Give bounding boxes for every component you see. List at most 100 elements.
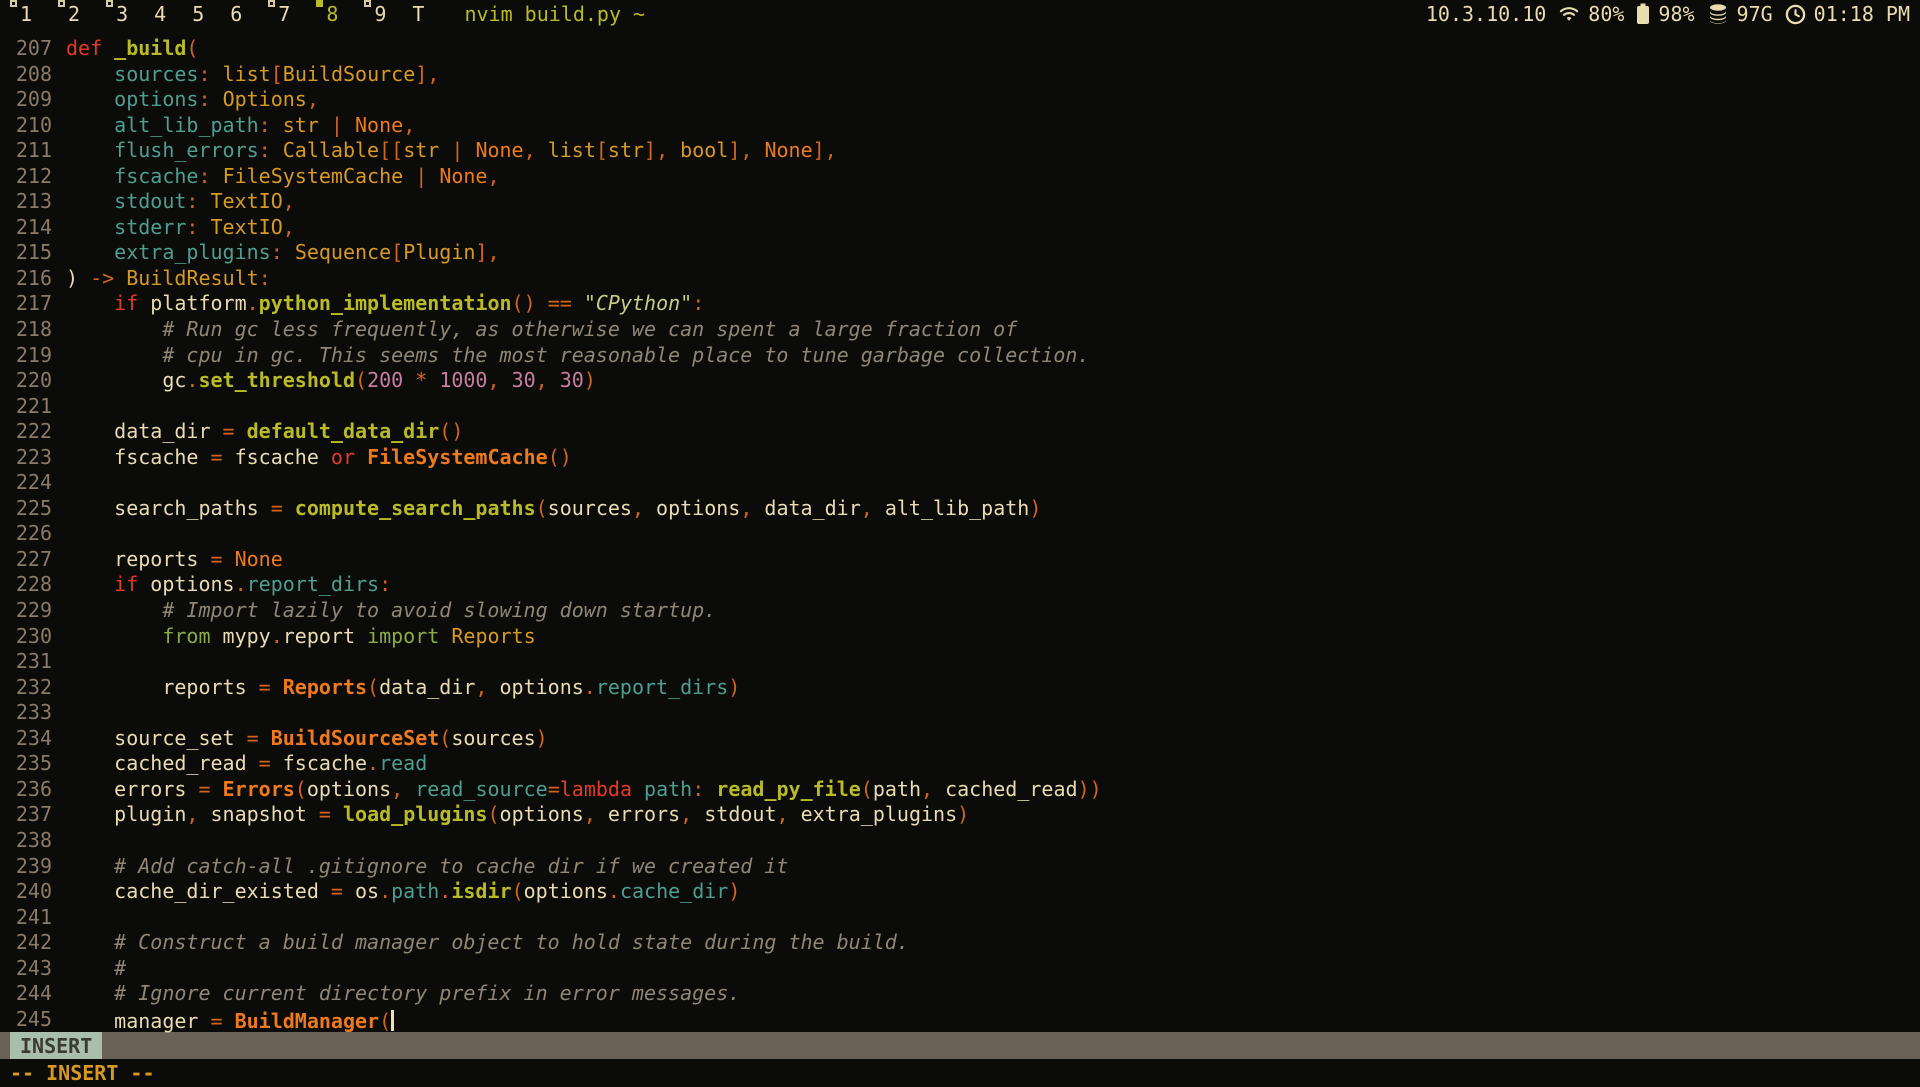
battery-percent: 98% (1658, 2, 1694, 26)
window-number: 3 (116, 2, 128, 26)
tmux-window-3[interactable]: 3 (106, 2, 128, 26)
code-line[interactable]: 237 plugin, snapshot = load_plugins(opti… (0, 802, 1920, 828)
code-line[interactable]: 243 # (0, 956, 1920, 982)
code-line[interactable]: 242 # Construct a build manager object t… (0, 930, 1920, 956)
code-text: # cpu in gc. This seems the most reasona… (66, 343, 1090, 369)
code-line[interactable]: 228 if options.report_dirs: (0, 572, 1920, 598)
window-number: 7 (278, 2, 290, 26)
code-line[interactable]: 219 # cpu in gc. This seems the most rea… (0, 343, 1920, 369)
code-text: # Construct a build manager object to ho… (66, 930, 909, 956)
vim-message-line: -- INSERT -- (0, 1059, 1920, 1087)
code-line[interactable]: 213 stdout: TextIO, (0, 189, 1920, 215)
code-line[interactable]: 236 errors = Errors(options, read_source… (0, 777, 1920, 803)
code-line[interactable]: 215 extra_plugins: Sequence[Plugin], (0, 240, 1920, 266)
line-number: 242 (0, 930, 66, 956)
vim-statusline: INSERT (0, 1032, 1920, 1059)
tmux-window-2[interactable]: 2 (58, 2, 80, 26)
line-number: 219 (0, 343, 66, 369)
text-cursor (391, 1010, 394, 1031)
code-line[interactable]: 214 stderr: TextIO, (0, 215, 1920, 241)
code-line[interactable]: 231 (0, 649, 1920, 675)
tmux-window-T[interactable]: T (412, 2, 424, 26)
code-line[interactable]: 211 flush_errors: Callable[[str | None, … (0, 138, 1920, 164)
code-line[interactable]: 230 from mypy.report import Reports (0, 624, 1920, 650)
code-text: gc.set_threshold(200 * 1000, 30, 30) (66, 368, 596, 394)
code-line[interactable]: 244 # Ignore current directory prefix in… (0, 981, 1920, 1007)
battery-icon (1636, 3, 1650, 25)
code-text: # Ignore current directory prefix in err… (66, 981, 740, 1007)
code-line[interactable]: 210 alt_lib_path: str | None, (0, 113, 1920, 139)
code-line[interactable]: 208 sources: list[BuildSource], (0, 62, 1920, 88)
code-area[interactable]: 207def _build(208 sources: list[BuildSou… (0, 28, 1920, 1032)
tmux-window-9[interactable]: 9 (364, 2, 386, 26)
code-line[interactable]: 239 # Add catch-all .gitignore to cache … (0, 854, 1920, 880)
code-line[interactable]: 207def _build( (0, 36, 1920, 62)
code-text: source_set = BuildSourceSet(sources) (66, 726, 548, 752)
code-text: # (66, 956, 126, 982)
code-text: if options.report_dirs: (66, 572, 391, 598)
code-line[interactable]: 235 cached_read = fscache.read (0, 751, 1920, 777)
wifi-percent: 80% (1588, 2, 1624, 26)
line-number: 234 (0, 726, 66, 752)
code-line[interactable]: 225 search_paths = compute_search_paths(… (0, 496, 1920, 522)
code-line[interactable]: 238 (0, 828, 1920, 854)
code-line[interactable]: 233 (0, 700, 1920, 726)
code-text: data_dir = default_data_dir() (66, 419, 463, 445)
code-text: cached_read = fscache.read (66, 751, 427, 777)
code-line[interactable]: 217 if platform.python_implementation() … (0, 291, 1920, 317)
code-text: fscache = fscache or FileSystemCache() (66, 445, 572, 471)
line-number: 222 (0, 419, 66, 445)
tmux-window-7[interactable]: 7 (268, 2, 290, 26)
code-line[interactable]: 224 (0, 470, 1920, 496)
code-line[interactable]: 226 (0, 521, 1920, 547)
line-number: 209 (0, 87, 66, 113)
line-number: 243 (0, 956, 66, 982)
code-text: fscache: FileSystemCache | None, (66, 164, 500, 190)
code-line[interactable]: 221 (0, 394, 1920, 420)
code-text: extra_plugins: Sequence[Plugin], (66, 240, 500, 266)
line-number: 224 (0, 470, 66, 496)
code-line[interactable]: 218 # Run gc less frequently, as otherwi… (0, 317, 1920, 343)
code-line[interactable]: 209 options: Options, (0, 87, 1920, 113)
code-line[interactable]: 227 reports = None (0, 547, 1920, 573)
tmux-window-8[interactable]: 8 (316, 2, 338, 26)
code-text: flush_errors: Callable[[str | None, list… (66, 138, 837, 164)
line-number: 238 (0, 828, 66, 854)
disk-free: 97G (1737, 2, 1773, 26)
tmux-window-1[interactable]: 1 (10, 2, 32, 26)
line-number: 227 (0, 547, 66, 573)
disk-icon (1707, 3, 1729, 25)
window-number: 6 (230, 2, 242, 26)
code-line[interactable]: 240 cache_dir_existed = os.path.isdir(op… (0, 879, 1920, 905)
tmux-window-6[interactable]: 6 (230, 2, 242, 26)
code-line[interactable]: 234 source_set = BuildSourceSet(sources) (0, 726, 1920, 752)
code-line[interactable]: 232 reports = Reports(data_dir, options.… (0, 675, 1920, 701)
code-line[interactable]: 223 fscache = fscache or FileSystemCache… (0, 445, 1920, 471)
window-marker-icon (364, 0, 371, 7)
code-text: reports = Reports(data_dir, options.repo… (66, 675, 740, 701)
code-line[interactable]: 229 # Import lazily to avoid slowing dow… (0, 598, 1920, 624)
code-line[interactable]: 241 (0, 905, 1920, 931)
line-number: 225 (0, 496, 66, 522)
code-text: manager = BuildManager( (66, 1007, 394, 1033)
code-line[interactable]: 245 manager = BuildManager( (0, 1007, 1920, 1033)
window-number: 2 (68, 2, 80, 26)
tmux-window-4[interactable]: 4 (154, 2, 166, 26)
line-number: 230 (0, 624, 66, 650)
line-number: 214 (0, 215, 66, 241)
code-text: search_paths = compute_search_paths(sour… (66, 496, 1041, 522)
code-line[interactable]: 222 data_dir = default_data_dir() (0, 419, 1920, 445)
tmux-window-5[interactable]: 5 (192, 2, 204, 26)
line-number: 223 (0, 445, 66, 471)
window-number: T (412, 2, 424, 26)
line-number: 244 (0, 981, 66, 1007)
line-number: 239 (0, 854, 66, 880)
code-line[interactable]: 220 gc.set_threshold(200 * 1000, 30, 30) (0, 368, 1920, 394)
line-number: 241 (0, 905, 66, 931)
code-text: stdout: TextIO, (66, 189, 295, 215)
code-line[interactable]: 212 fscache: FileSystemCache | None, (0, 164, 1920, 190)
window-number: 9 (374, 2, 386, 26)
code-line[interactable]: 216) -> BuildResult: (0, 266, 1920, 292)
line-number: 221 (0, 394, 66, 420)
line-number: 237 (0, 802, 66, 828)
